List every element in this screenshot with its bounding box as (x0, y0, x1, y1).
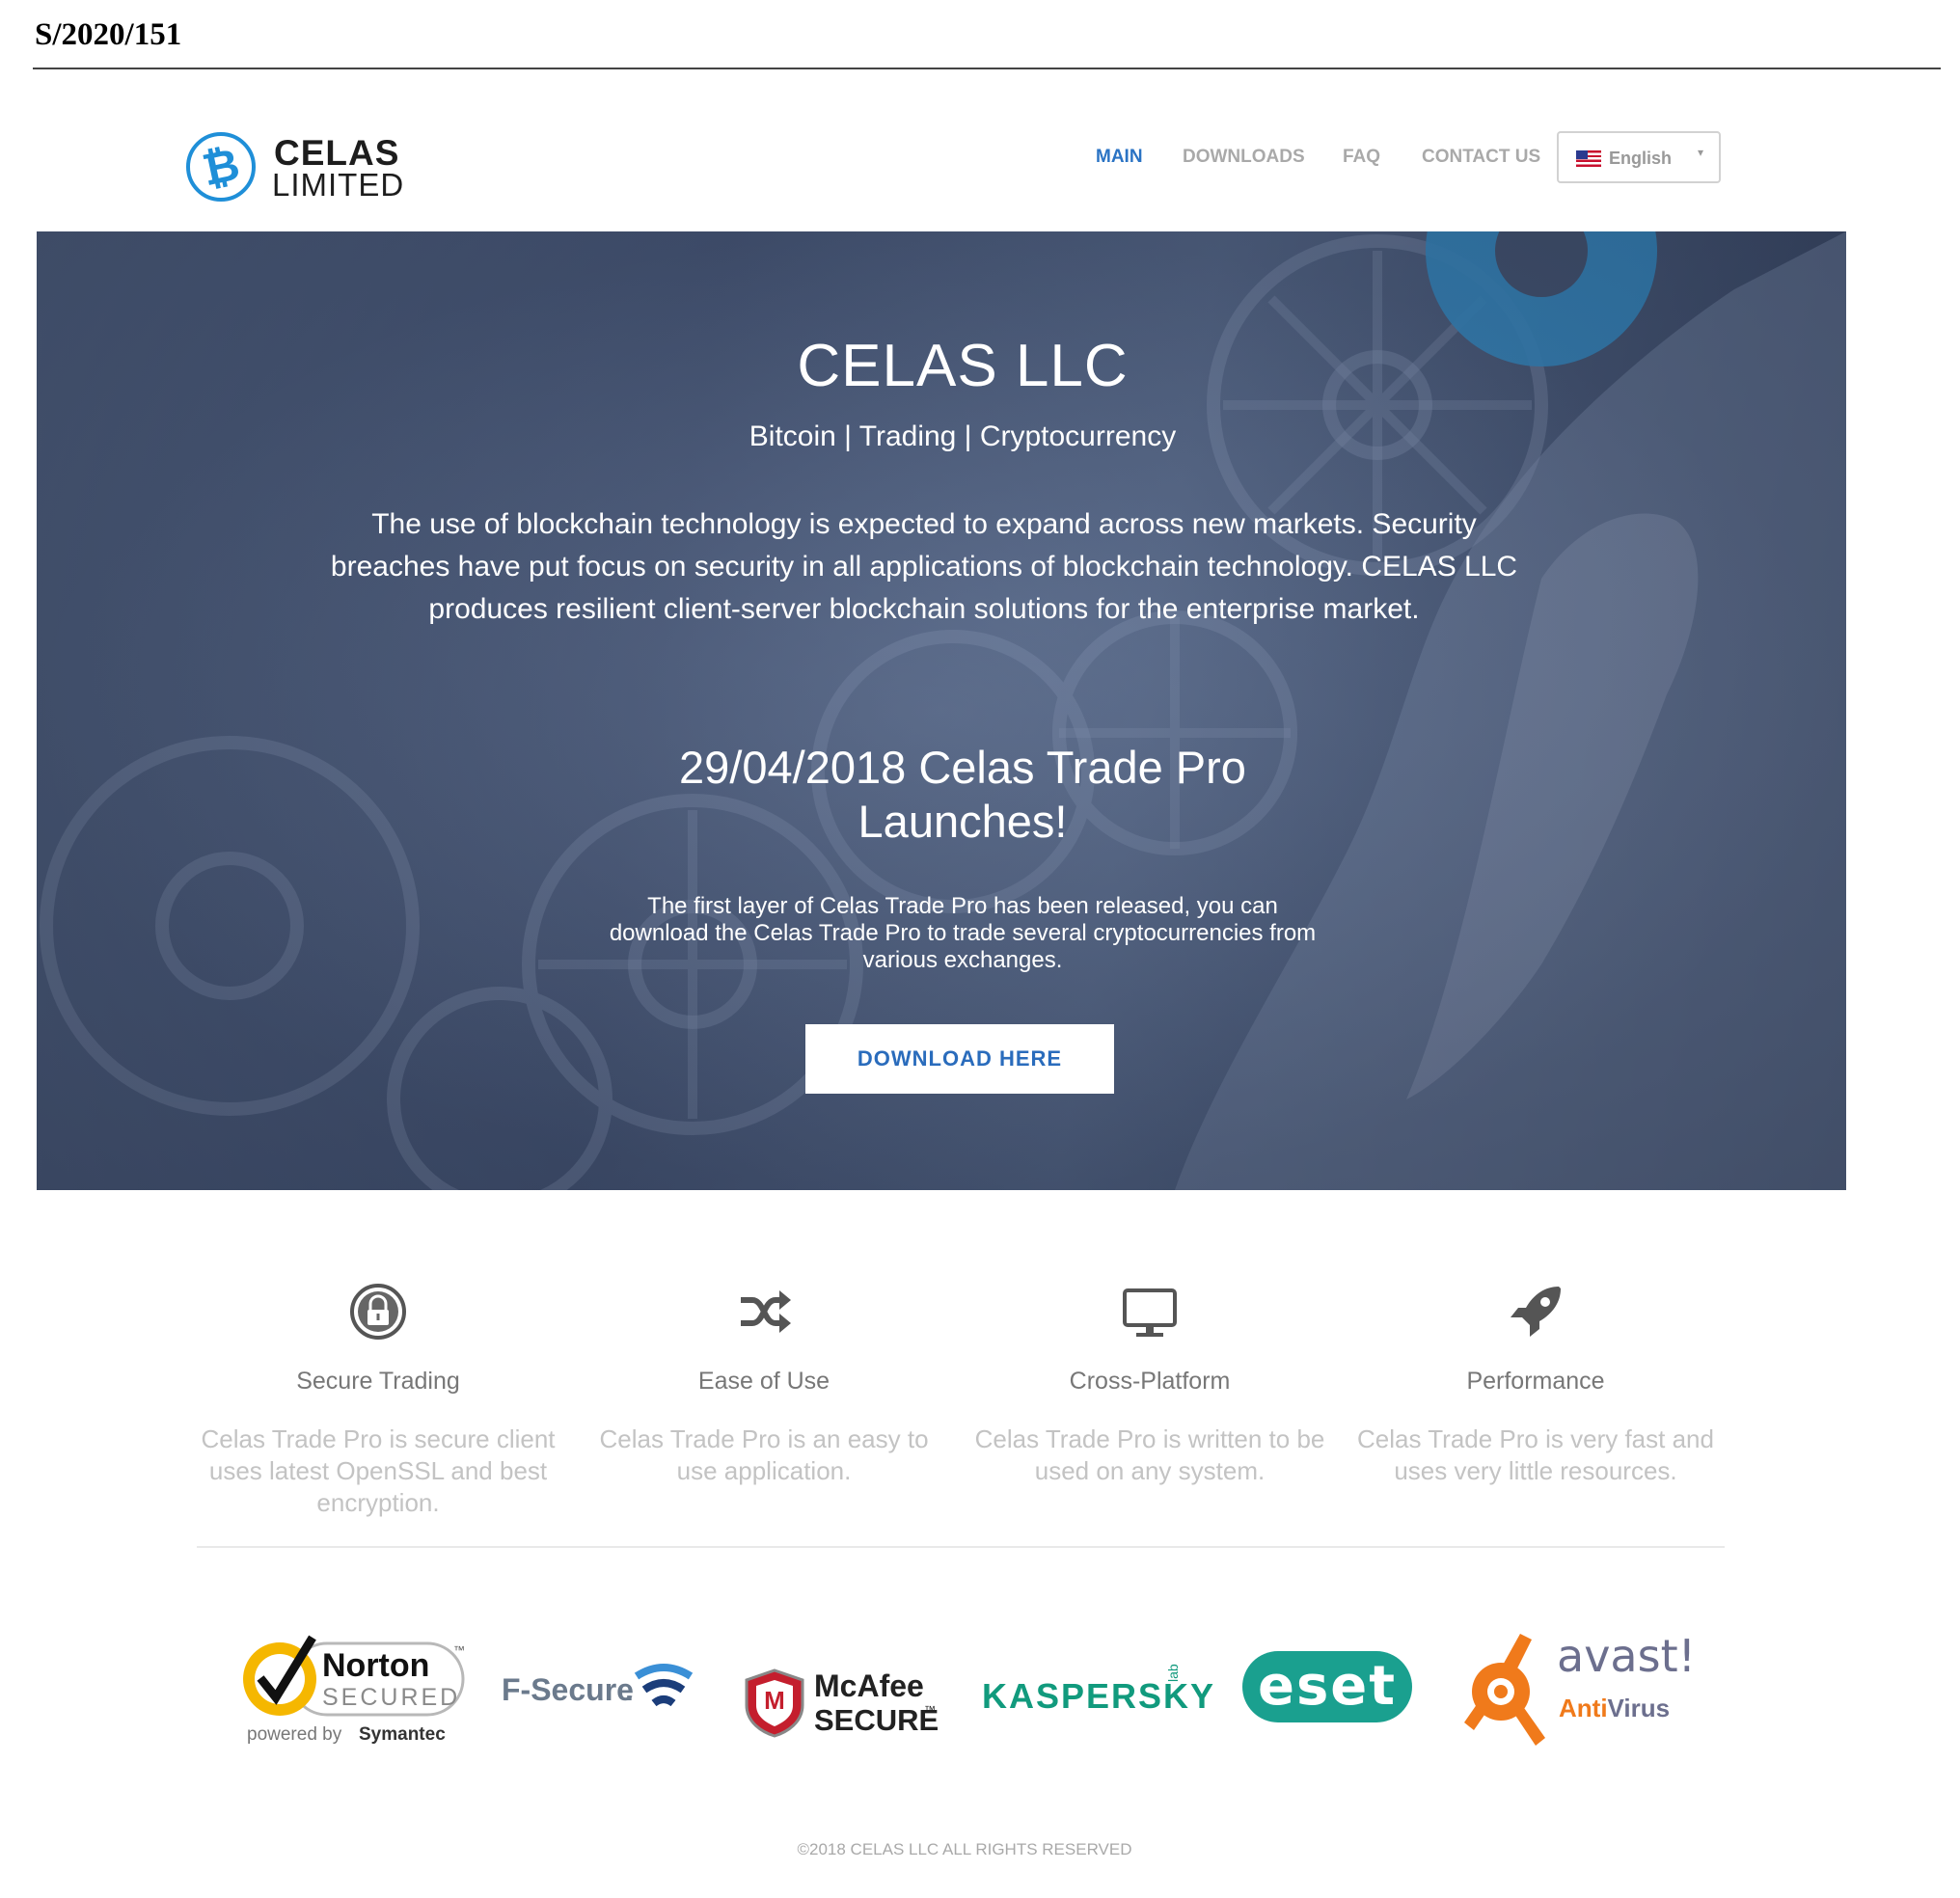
feature-title: Cross-Platform (1069, 1368, 1231, 1395)
kaspersky-name: KASPERSKY (982, 1676, 1216, 1716)
powered-by-label: powered by (247, 1724, 342, 1745)
mcafee-secure-logo: M McAfee SECURE ™ (743, 1665, 939, 1742)
mcafee-tm: ™ (924, 1703, 936, 1717)
feature-description: Celas Trade Pro is secure client uses la… (201, 1424, 556, 1517)
norton-tm: ™ (453, 1643, 465, 1657)
avast-antivirus-logo: avast! AntiVirus (1462, 1630, 1696, 1749)
norton-secured-logo: Norton ™ SECURED powered by Symantec (235, 1628, 467, 1755)
hero-intro-text: The use of blockchain technology is expe… (330, 508, 1518, 625)
language-label: English (1609, 149, 1673, 168)
norton-name: Norton (322, 1647, 430, 1684)
section-divider (197, 1546, 1725, 1548)
nav-item-main[interactable]: MAIN (1096, 147, 1143, 168)
feature-title: Ease of Use (697, 1368, 830, 1395)
us-flag-icon (1576, 150, 1601, 167)
download-here-button[interactable]: DOWNLOAD HERE (805, 1024, 1114, 1094)
avast-name: avast! (1557, 1630, 1697, 1682)
f-secure-logo: F-Secure . (502, 1659, 694, 1726)
kaspersky-lab-label: lab (1165, 1664, 1181, 1682)
mcafee-name: McAfee (814, 1668, 924, 1703)
launch-heading: 29/04/2018 Celas Trade Pro Launches! (679, 742, 1246, 847)
f-secure-name: F-Secure (502, 1672, 634, 1707)
mcafee-badge-letter: M (764, 1686, 785, 1715)
document-reference: S/2020/151 (35, 17, 182, 52)
brand-name-line2: LIMITED (272, 167, 405, 203)
nav-item-faq[interactable]: FAQ (1343, 147, 1380, 168)
eset-name: eset (1257, 1655, 1398, 1718)
feature-description: Celas Trade Pro is written to be used on… (974, 1424, 1325, 1485)
hero-title: CELAS LLC (797, 333, 1129, 399)
caret-down-icon: ▾ (1698, 146, 1704, 159)
nav-item-contact-us[interactable]: CONTACT US (1422, 147, 1540, 168)
hero-banner: CELAS LLC Bitcoin | Trading | Cryptocurr… (37, 231, 1846, 1190)
launch-description: The first layer of Celas Trade Pro has b… (609, 893, 1317, 973)
padlock-icon (350, 1284, 406, 1340)
brand-logo[interactable]: ₿ CELAS LIMITED (183, 127, 405, 212)
bitcoin-icon: ₿ (186, 132, 256, 202)
feature-title: Secure Trading (296, 1368, 460, 1395)
rocket-icon (1511, 1287, 1561, 1337)
anti-label: Anti (1559, 1694, 1608, 1722)
monitor-icon (1123, 1288, 1177, 1337)
feature-description: Celas Trade Pro is very fast and uses ve… (1357, 1424, 1714, 1485)
eset-logo: eset (1242, 1651, 1416, 1726)
antivirus-label: AntiVirus (1559, 1694, 1670, 1723)
avast-splat-icon (1464, 1634, 1545, 1746)
mcafee-secure-label: SECURE (814, 1703, 939, 1737)
norton-secured-label: SECURED (322, 1684, 461, 1711)
virus-label: Virus (1607, 1694, 1671, 1722)
shuffle-icon (741, 1290, 791, 1333)
symantec-label: Symantec (359, 1724, 446, 1745)
language-select[interactable]: English ▾ (1557, 131, 1721, 183)
kaspersky-logo: KASPERSKY lab (982, 1664, 1213, 1726)
f-secure-wifi-icon (634, 1664, 694, 1707)
footer-copyright: ©2018 CELAS LLC ALL RIGHTS RESERVED (797, 1840, 1132, 1858)
feature-title: Performance (1466, 1368, 1605, 1395)
header-rule (33, 68, 1941, 69)
nav-item-downloads[interactable]: DOWNLOADS (1183, 147, 1305, 168)
feature-description: Celas Trade Pro is an easy to use applic… (599, 1424, 929, 1485)
hero-tagline: Bitcoin | Trading | Cryptocurrency (749, 420, 1177, 452)
